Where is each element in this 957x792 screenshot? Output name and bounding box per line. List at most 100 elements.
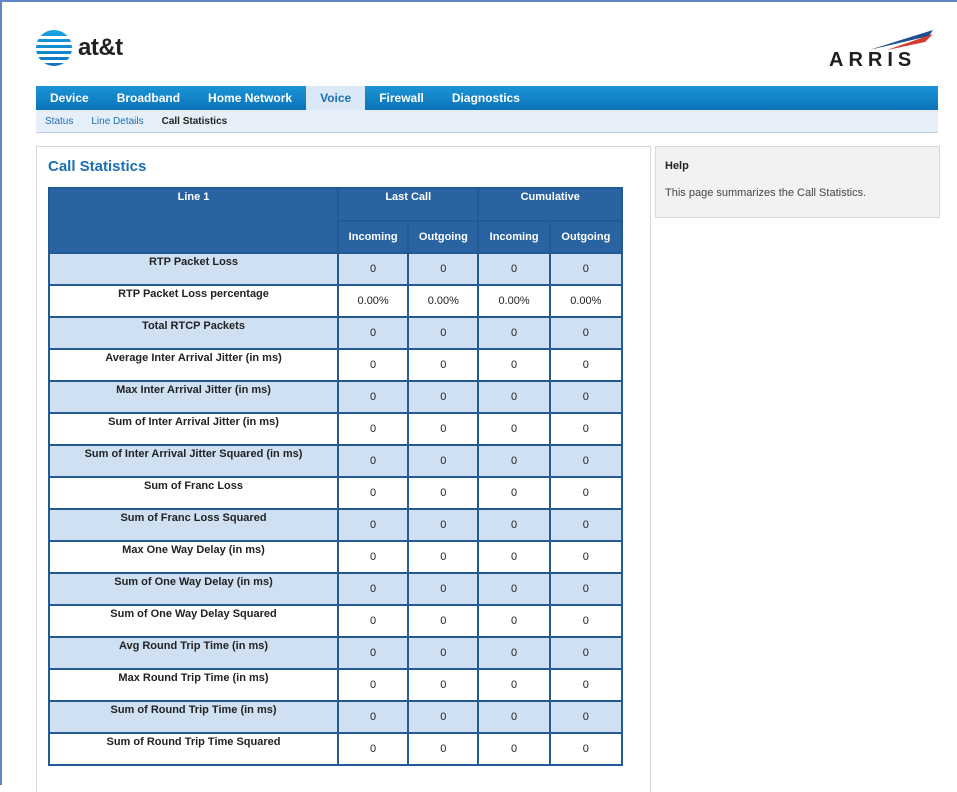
stat-value: 0 [339,414,408,444]
row-label: Sum of Inter Arrival Jitter (in ms) [50,414,337,444]
stat-value: 0 [409,254,478,284]
stat-value: 0 [339,446,408,476]
stat-value: 0 [479,254,549,284]
nav-tab-firewall[interactable]: Firewall [365,86,438,110]
main-nav: Device Broadband Home Network Voice Fire… [36,86,938,110]
att-logo-text: at&t [78,34,123,61]
stat-value: 0 [339,382,408,412]
stat-value: 0.00% [550,286,621,316]
table-row: Sum of One Way Delay Squared 0 0 0 0 [50,606,621,636]
stat-value: 0 [550,734,621,764]
stat-value: 0 [409,446,478,476]
stat-value: 0 [550,510,621,540]
stat-value: 0 [479,734,549,764]
stat-value: 0 [339,670,408,700]
table-row: Sum of Inter Arrival Jitter Squared (in … [50,446,621,476]
nav-tab-voice[interactable]: Voice [306,86,366,110]
stat-value: 0 [339,478,408,508]
row-label: Sum of Round Trip Time Squared [50,734,337,764]
stat-value: 0 [479,510,549,540]
stat-value: 0 [339,734,408,764]
stat-value: 0 [409,670,478,700]
stat-value: 0 [550,414,621,444]
row-label: Sum of Inter Arrival Jitter Squared (in … [50,446,337,476]
stat-value: 0.00% [339,286,408,316]
row-label: Max Round Trip Time (in ms) [50,670,337,700]
nav-tab-diagnostics[interactable]: Diagnostics [438,86,534,110]
stat-value: 0 [339,638,408,668]
stat-value: 0 [409,318,478,348]
stat-value: 0 [479,350,549,380]
column-header: Outgoing [550,222,621,252]
stat-value: 0 [479,702,549,732]
stat-value: 0 [339,542,408,572]
main-panel: Call Statistics Line 1 Last Call Cumulat… [36,146,651,792]
stat-value: 0 [409,638,478,668]
table-row: Max Round Trip Time (in ms) 0 0 0 0 [50,670,621,700]
subnav-status[interactable]: Status [36,116,82,127]
table-row: Sum of Franc Loss 0 0 0 0 [50,478,621,508]
stat-value: 0 [550,606,621,636]
table-header-row: Line 1 Last Call Cumulative [50,189,621,252]
sub-nav: Status Line Details Call Statistics [36,110,938,133]
stat-value: 0.00% [479,286,549,316]
row-label: Max Inter Arrival Jitter (in ms) [50,382,337,412]
row-label: Total RTCP Packets [50,318,337,348]
table-row: Sum of One Way Delay (in ms) 0 0 0 0 [50,574,621,604]
stat-value: 0 [409,734,478,764]
window-left-border [0,0,2,785]
subnav-line-details[interactable]: Line Details [82,116,152,127]
stat-value: 0 [339,318,408,348]
stat-value: 0 [479,414,549,444]
stat-value: 0 [550,382,621,412]
stat-value: 0 [550,702,621,732]
arris-logo-text: ARRIS [829,49,917,71]
table-row: Sum of Inter Arrival Jitter (in ms) 0 0 0 0 [50,414,621,444]
help-panel: Help This page summarizes the Call Stati… [655,146,940,218]
att-logo: at&t [36,30,123,66]
stat-value: 0 [479,478,549,508]
nav-tab-broadband[interactable]: Broadband [103,86,194,110]
stat-value: 0 [550,446,621,476]
stat-value: 0 [409,542,478,572]
stat-value: 0 [479,606,549,636]
stat-value: 0 [550,542,621,572]
stat-value: 0 [550,574,621,604]
table-row: Total RTCP Packets 0 0 0 0 [50,318,621,348]
stat-value: 0 [409,414,478,444]
stat-value: 0 [339,702,408,732]
help-title: Help [665,160,689,172]
table-row: RTP Packet Loss percentage 0.00% 0.00% 0.00… [50,286,621,316]
stat-value: 0 [409,606,478,636]
row-label: Max One Way Delay (in ms) [50,542,337,572]
table-body: RTP Packet Loss 0 0 0 0 RTP Packet Loss perce… [50,254,621,764]
call-statistics-table: Line 1 Last Call Cumulative Incoming Out… [48,187,623,766]
stat-value: 0 [409,510,478,540]
stat-value: 0 [550,670,621,700]
nav-tab-device[interactable]: Device [36,86,103,110]
row-label: Avg Round Trip Time (in ms) [50,638,337,668]
help-text: This page summarizes the Call Statistics… [665,187,867,199]
cumulative-header: Cumulative [479,189,621,220]
stat-value: 0 [339,510,408,540]
table-row: Avg Round Trip Time (in ms) 0 0 0 0 [50,638,621,668]
stat-value: 0 [339,606,408,636]
stat-value: 0 [479,318,549,348]
row-label: Average Inter Arrival Jitter (in ms) [50,350,337,380]
stat-value: 0 [339,254,408,284]
stat-value: 0 [550,350,621,380]
row-label: RTP Packet Loss percentage [50,286,337,316]
stat-value: 0 [409,574,478,604]
window-top-border [0,0,957,2]
stat-value: 0 [550,478,621,508]
stat-value: 0 [479,638,549,668]
row-label: Sum of Round Trip Time (in ms) [50,702,337,732]
column-header: Incoming [479,222,549,252]
arris-logo: ARRIS [829,28,939,72]
line-header: Line 1 [50,189,337,252]
stat-value: 0 [409,350,478,380]
nav-tab-home-network[interactable]: Home Network [194,86,306,110]
table-row: Sum of Franc Loss Squared 0 0 0 0 [50,510,621,540]
subnav-call-statistics[interactable]: Call Statistics [153,116,237,127]
stat-value: 0 [550,638,621,668]
